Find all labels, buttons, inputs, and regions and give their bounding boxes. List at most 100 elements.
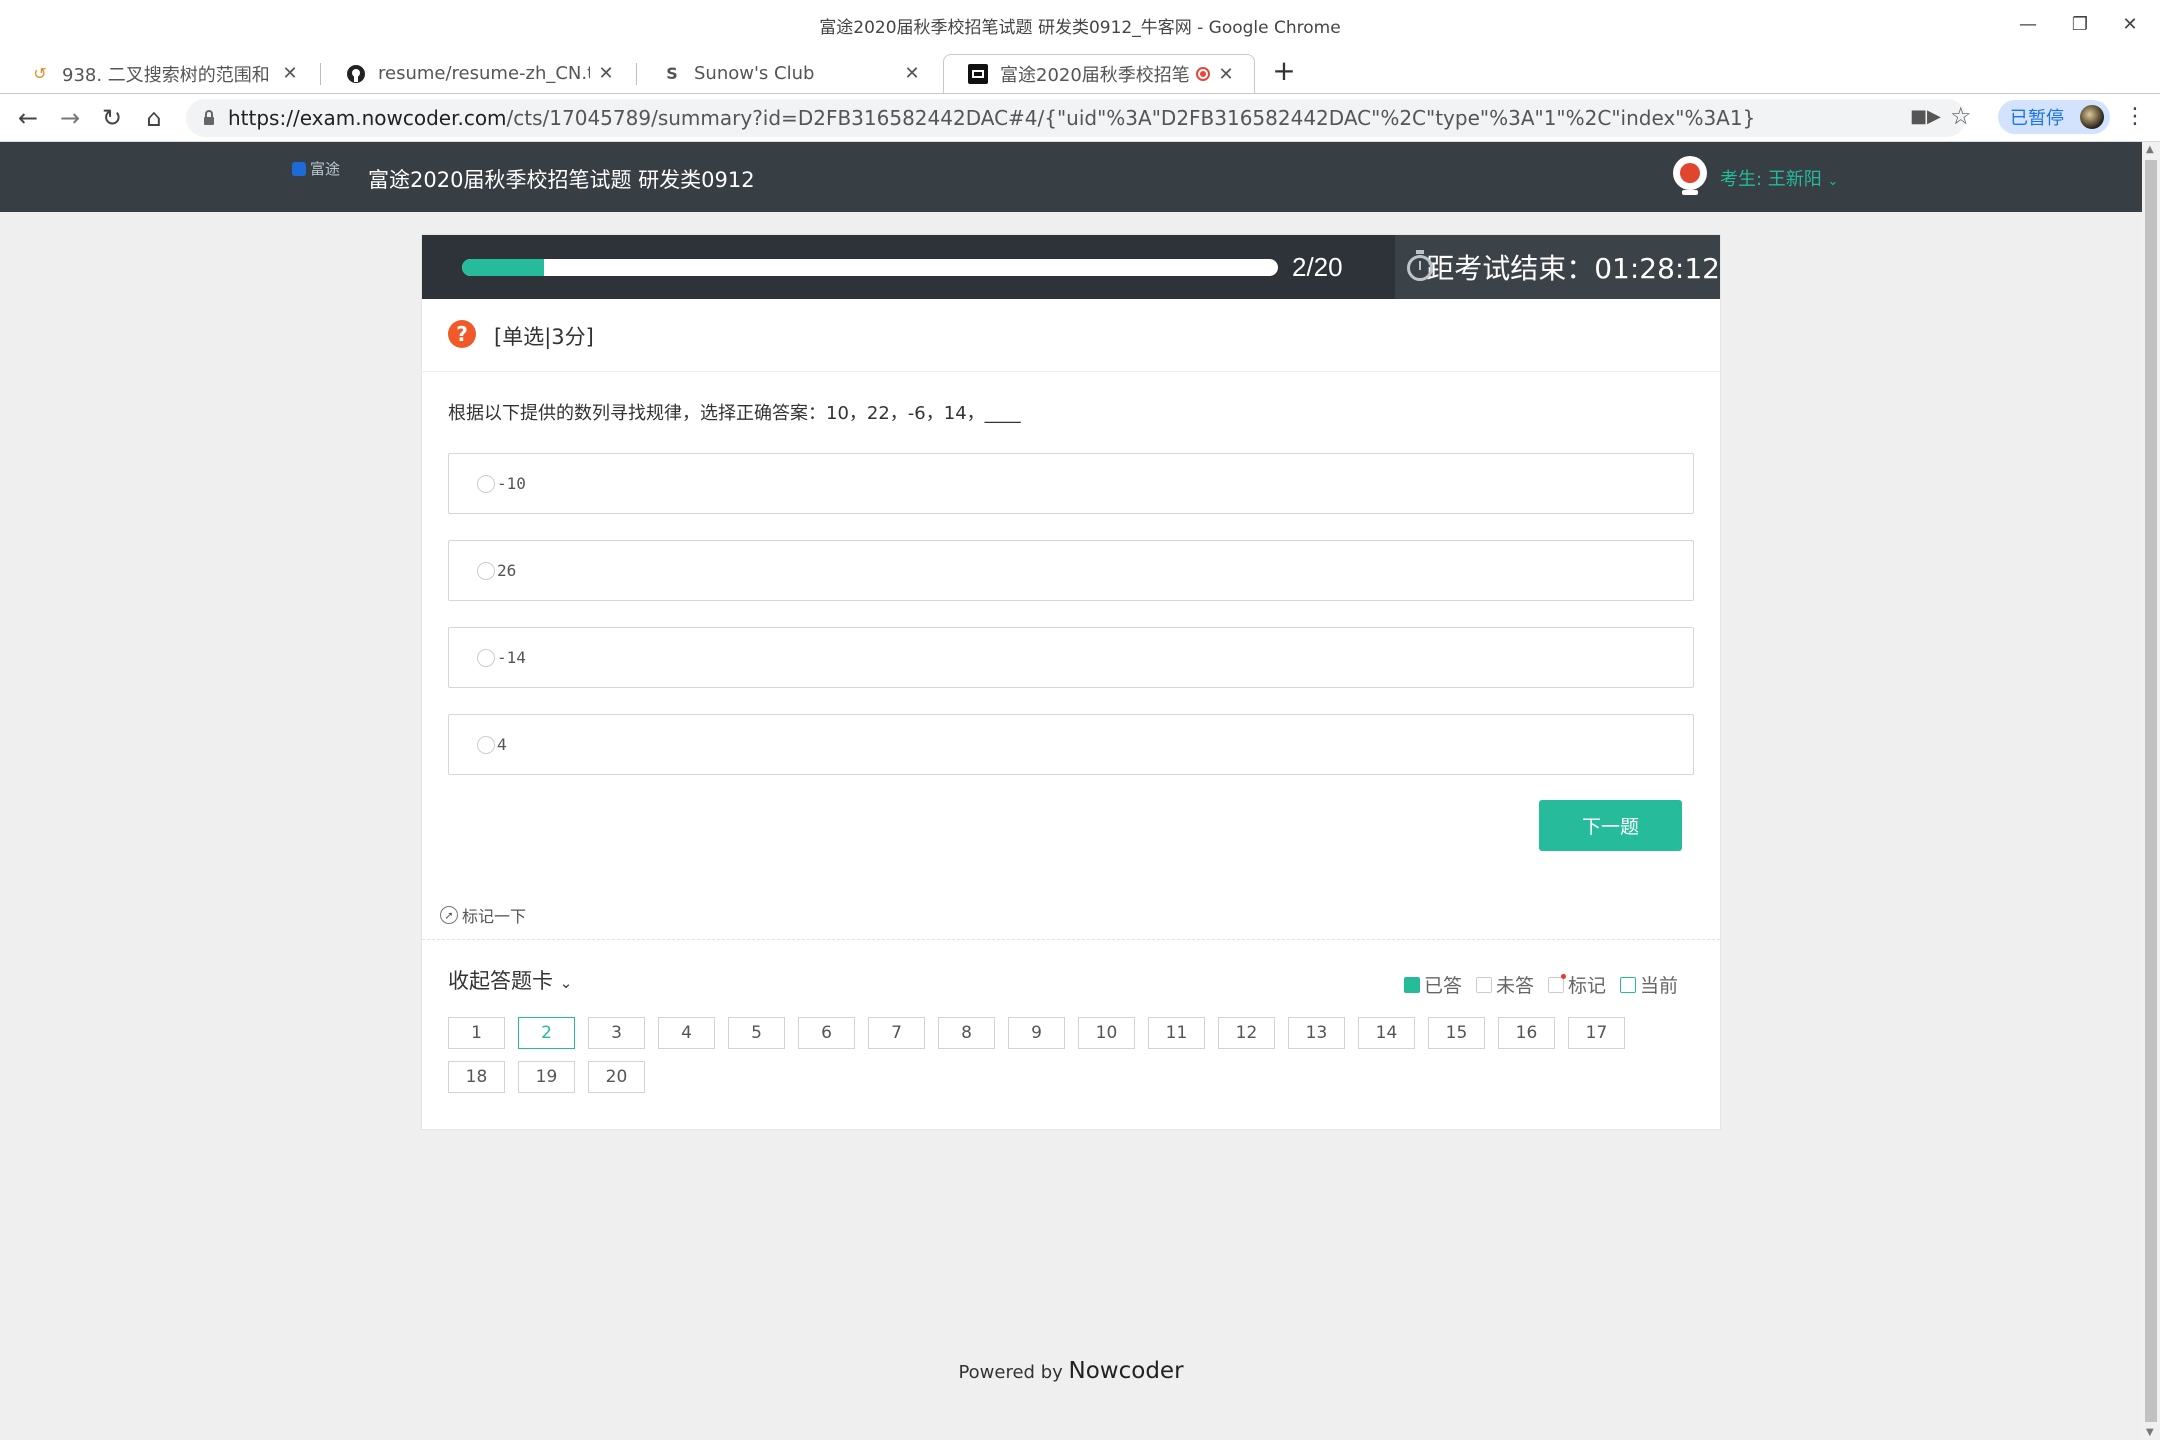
home-icon: ⌂ <box>146 104 162 132</box>
camera-icon[interactable]: ■▶ <box>1910 106 1941 127</box>
chevron-down-icon: ⌄ <box>1827 174 1839 189</box>
option-c[interactable]: -14 <box>448 627 1694 688</box>
arrow-left-icon: ← <box>17 104 39 132</box>
close-icon: ✕ <box>2122 13 2138 35</box>
legend-marked: 标记 <box>1547 971 1606 998</box>
restore-button[interactable]: ❐ <box>2060 8 2100 40</box>
back-button[interactable]: ← <box>12 102 44 134</box>
reload-button[interactable]: ↻ <box>96 102 128 134</box>
legend-label: 当前 <box>1639 975 1678 997</box>
tab-label: resume/resume-zh_CN.tex a <box>378 63 590 84</box>
question-number-button[interactable]: 19 <box>518 1061 575 1093</box>
question-number-button[interactable]: 2 <box>518 1017 575 1049</box>
minimize-icon: — <box>2019 13 2037 35</box>
option-b[interactable]: 26 <box>448 540 1694 601</box>
logo-text: 富途 <box>310 160 341 178</box>
progress-bar-area: 2/20 距考试结束：01:28:12 <box>422 235 1720 299</box>
forward-button[interactable]: → <box>54 102 86 134</box>
radio-button[interactable] <box>477 474 495 493</box>
question-number-button[interactable]: 20 <box>588 1061 645 1093</box>
question-number-button[interactable]: 6 <box>798 1017 855 1049</box>
home-button[interactable]: ⌂ <box>138 102 170 134</box>
tab-label: 富途2020届秋季校招笔试题 <box>1000 65 1190 86</box>
option-label: -10 <box>497 474 526 493</box>
address-bar[interactable]: https://exam.nowcoder.com/cts/17045789/s… <box>186 99 1966 137</box>
page-scrollbar[interactable]: ▲ ▼ <box>2142 142 2160 1440</box>
profile-paused-button[interactable]: 已暂停 <box>1998 100 2110 134</box>
question-number-button[interactable]: 10 <box>1078 1017 1135 1049</box>
timer-text: 距考试结束：01:28:12 <box>1426 252 1720 285</box>
bookmark-star-icon[interactable]: ☆ <box>1950 102 1972 130</box>
next-question-button[interactable]: 下一题 <box>1539 800 1682 851</box>
mark-question-button[interactable]: ➚ 标记一下 <box>440 903 526 927</box>
scrollbar-thumb[interactable] <box>2145 160 2157 1422</box>
question-number-button[interactable]: 5 <box>728 1017 785 1049</box>
question-number-button[interactable]: 3 <box>588 1017 645 1049</box>
legend-label: 标记 <box>1567 975 1606 997</box>
minimize-button[interactable]: — <box>2008 8 2048 40</box>
powered-by-text: Powered by <box>958 1362 1063 1383</box>
close-icon[interactable]: ✕ <box>902 63 922 84</box>
chevron-down-icon: ⌄ <box>559 974 573 992</box>
option-d[interactable]: 4 <box>448 714 1694 775</box>
radio-button[interactable] <box>477 735 495 754</box>
exam-card: 2/20 距考试结束：01:28:12 ? [单选|3分] 根据以下提供的数列寻… <box>421 234 1721 1130</box>
legend-unanswered: 未答 <box>1475 971 1534 998</box>
question-number-button[interactable]: 17 <box>1568 1017 1625 1049</box>
window-title: 富途2020届秋季校招笔试题 研发类0912_牛客网 - Google Chro… <box>819 18 1341 38</box>
futu-logo[interactable]: 富途 <box>292 158 340 179</box>
radio-button[interactable] <box>477 648 495 667</box>
close-window-button[interactable]: ✕ <box>2110 8 2150 40</box>
tab-sunow[interactable]: S Sunow's Club ✕ <box>638 54 940 93</box>
scroll-down-icon[interactable]: ▼ <box>2146 1427 2154 1438</box>
avatar <box>2080 105 2104 129</box>
more-menu-icon[interactable]: ⋮ <box>2124 104 2146 129</box>
tab-nowcoder[interactable]: 富途2020届秋季校招笔试题 ✕ <box>943 54 1255 93</box>
question-type: [单选|3分] <box>494 325 594 349</box>
question-mark-icon: ? <box>448 320 476 348</box>
question-number-button[interactable]: 14 <box>1358 1017 1415 1049</box>
tab-leetcode[interactable]: ↺ 938. 二叉搜索树的范围和 - 力 ✕ <box>6 54 318 93</box>
reload-icon: ↻ <box>101 104 123 132</box>
examinee-name: 考生: 王新阳 <box>1720 169 1822 190</box>
tab-github[interactable]: resume/resume-zh_CN.tex a ✕ <box>322 54 634 93</box>
lock-icon <box>202 109 216 127</box>
question-number-button[interactable]: 12 <box>1218 1017 1275 1049</box>
question-number-button[interactable]: 8 <box>938 1017 995 1049</box>
question-number-button[interactable]: 15 <box>1428 1017 1485 1049</box>
progress-fill <box>462 259 544 276</box>
question-number-button[interactable]: 9 <box>1008 1017 1065 1049</box>
progress-count: 2/20 <box>1292 252 1343 282</box>
legend-label: 已答 <box>1423 975 1462 997</box>
examinee-menu[interactable]: 考生: 王新阳 ⌄ <box>1720 165 1838 191</box>
option-label: -14 <box>497 648 526 667</box>
question-number-button[interactable]: 13 <box>1288 1017 1345 1049</box>
recording-icon <box>1196 67 1210 81</box>
nowcoder-brand: Nowcoder <box>1068 1358 1184 1384</box>
new-tab-button[interactable]: + <box>1268 54 1300 87</box>
legend-current: 当前 <box>1619 971 1678 998</box>
mark-label: 标记一下 <box>462 907 527 926</box>
s-logo-icon: S <box>666 64 678 83</box>
question-number-button[interactable]: 16 <box>1498 1017 1555 1049</box>
scroll-up-icon[interactable]: ▲ <box>2146 144 2154 155</box>
url-text: https://exam.nowcoder.com/cts/17045789/s… <box>228 106 1755 130</box>
collapse-label: 收起答题卡 <box>448 969 553 993</box>
question-number-button[interactable]: 18 <box>448 1061 505 1093</box>
close-icon[interactable]: ✕ <box>1216 64 1236 85</box>
answer-legend: 已答 未答 标记 当前 <box>1390 971 1678 998</box>
option-a[interactable]: -10 <box>448 453 1694 514</box>
close-icon[interactable]: ✕ <box>280 63 300 84</box>
compass-icon: ➚ <box>440 906 458 924</box>
question-number-button[interactable]: 1 <box>448 1017 505 1049</box>
tab-strip: ↺ 938. 二叉搜索树的范围和 - 力 ✕ resume/resume-zh_… <box>0 48 2160 93</box>
radio-button[interactable] <box>477 561 495 580</box>
question-number-button[interactable]: 7 <box>868 1017 925 1049</box>
answered-swatch <box>1403 976 1420 993</box>
current-swatch <box>1619 976 1636 993</box>
question-number-button[interactable]: 4 <box>658 1017 715 1049</box>
question-number-button[interactable]: 11 <box>1148 1017 1205 1049</box>
collapse-answer-card-button[interactable]: 收起答题卡 ⌄ <box>448 965 572 995</box>
close-icon[interactable]: ✕ <box>596 63 616 84</box>
leetcode-icon: ↺ <box>33 64 47 83</box>
